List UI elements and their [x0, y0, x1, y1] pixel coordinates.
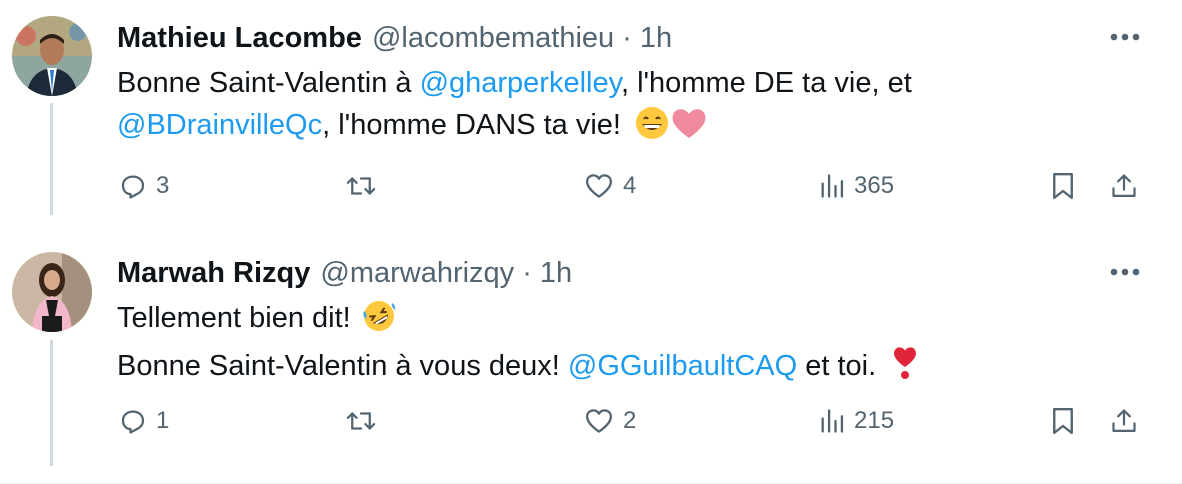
timestamp[interactable]: 1h — [640, 22, 672, 55]
user-handle[interactable]: @marwahrizqy — [320, 257, 514, 290]
heart-icon — [586, 409, 612, 433]
heart-exclamation-emoji-icon — [892, 345, 918, 393]
text-segment: Bonne Saint-Valentin à vous deux! — [117, 350, 568, 382]
reply-icon — [121, 175, 145, 199]
separator-dot: · — [622, 21, 632, 54]
text-segment: Bonne Saint-Valentin à — [117, 67, 420, 99]
views-button[interactable]: 215 — [818, 401, 894, 441]
like-count: 4 — [623, 172, 637, 199]
tweet-text-line-1: Bonne Saint-Valentin à @gharperkelley, l… — [117, 62, 912, 104]
more-options-button[interactable] — [1108, 22, 1142, 52]
reply-count: 3 — [156, 172, 170, 199]
share-button[interactable] — [1110, 401, 1138, 441]
user-handle[interactable]: @lacombemathieu — [372, 22, 614, 55]
retweet-button[interactable] — [344, 401, 378, 441]
share-icon — [1112, 409, 1136, 433]
reply-button[interactable]: 1 — [118, 401, 169, 441]
text-segment: , l'homme DE ta vie, et — [620, 67, 912, 99]
pink-heart-emoji-icon — [671, 106, 707, 152]
avatar[interactable] — [12, 16, 92, 96]
bookmark-button[interactable] — [1050, 401, 1076, 441]
retweet-button[interactable] — [344, 166, 378, 206]
tweet-header: Marwah Rizqy @marwahrizqy · 1h — [117, 253, 572, 293]
more-options-button[interactable] — [1108, 257, 1142, 287]
like-button[interactable]: 2 — [583, 401, 636, 441]
text-segment: , l'homme DANS ta vie! — [322, 109, 621, 141]
share-button[interactable] — [1110, 166, 1138, 206]
tweet-text: Bonne Saint-Valentin à @gharperkelley, l… — [117, 62, 912, 152]
rolling-on-floor-laughing-emoji-icon — [361, 299, 397, 345]
tweet-text-line-2: @BDrainvilleQc, l'homme DANS ta vie! — [117, 104, 912, 152]
reply-icon — [121, 410, 145, 434]
tweet-text-line-1: Tellement bien dit! — [117, 297, 918, 345]
tweet-actions: 1 2 215 — [0, 401, 1182, 441]
tweet[interactable]: Marwah Rizqy @marwahrizqy · 1h Tellement… — [0, 235, 1182, 484]
retweet-icon — [346, 412, 376, 430]
avatar[interactable] — [12, 252, 92, 332]
tweet-text-line-2: Bonne Saint-Valentin à vous deux! @GGuil… — [117, 345, 918, 393]
mention-link[interactable]: @GGuilbaultCAQ — [568, 350, 797, 382]
more-icon — [1110, 268, 1140, 276]
bookmark-icon — [1053, 407, 1073, 435]
more-icon — [1110, 33, 1140, 41]
reply-button[interactable]: 3 — [118, 166, 169, 206]
views-button[interactable]: 365 — [818, 166, 894, 206]
mention-link[interactable]: @BDrainvilleQc — [117, 109, 322, 141]
mention-link[interactable]: @gharperkelley — [420, 67, 621, 99]
like-count: 2 — [623, 407, 637, 434]
separator-dot: · — [522, 256, 532, 289]
tweet[interactable]: Mathieu Lacombe @lacombemathieu · 1h Bon… — [0, 0, 1182, 235]
retweet-icon — [346, 177, 376, 195]
grinning-face-emoji-icon — [635, 106, 669, 152]
display-name[interactable]: Mathieu Lacombe — [117, 22, 362, 55]
view-count: 365 — [854, 172, 895, 199]
share-icon — [1112, 174, 1136, 198]
timestamp[interactable]: 1h — [540, 257, 572, 290]
text-segment: Tellement bien dit! — [117, 302, 351, 334]
reply-count: 1 — [156, 407, 170, 434]
tweet-header: Mathieu Lacombe @lacombemathieu · 1h — [117, 18, 672, 58]
tweet-actions: 3 4 365 — [0, 166, 1182, 206]
display-name[interactable]: Marwah Rizqy — [117, 257, 310, 290]
like-button[interactable]: 4 — [583, 166, 636, 206]
analytics-icon — [821, 409, 844, 433]
text-segment: et toi. — [797, 350, 877, 382]
bookmark-icon — [1053, 172, 1073, 200]
heart-icon — [586, 174, 612, 198]
view-count: 215 — [854, 407, 895, 434]
tweet-text: Tellement bien dit! Bonne Saint-Valentin… — [117, 297, 918, 393]
bookmark-button[interactable] — [1050, 166, 1076, 206]
analytics-icon — [821, 174, 844, 198]
